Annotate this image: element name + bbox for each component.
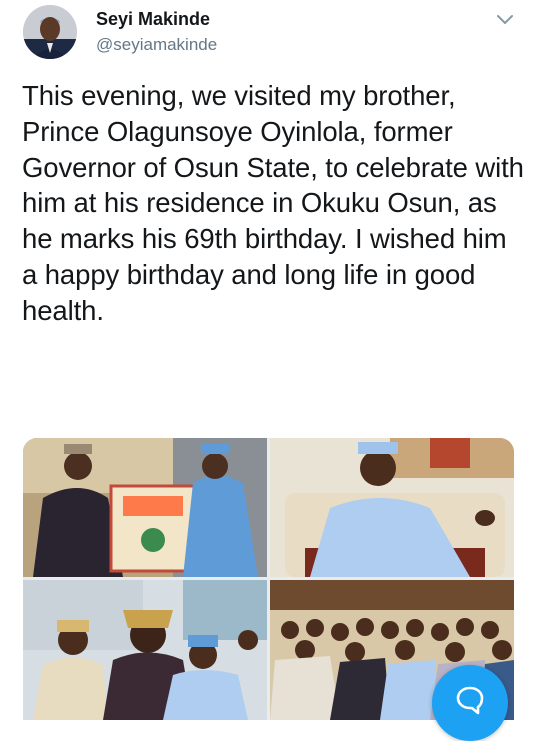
- compose-fab[interactable]: [432, 665, 508, 741]
- author-handle[interactable]: @seyiamakinde: [96, 35, 217, 55]
- author-name[interactable]: Seyi Makinde: [96, 9, 210, 30]
- tweet-text: This evening, we visited my brother, Pri…: [22, 80, 524, 326]
- photo-birthday-card[interactable]: [23, 438, 267, 577]
- photo-seated-man[interactable]: [270, 438, 514, 577]
- chevron-down-icon[interactable]: [494, 8, 516, 30]
- avatar-image: [23, 5, 77, 59]
- reply-bubble-icon: [456, 686, 484, 715]
- avatar[interactable]: [23, 5, 77, 59]
- photo-embrace[interactable]: [23, 580, 267, 720]
